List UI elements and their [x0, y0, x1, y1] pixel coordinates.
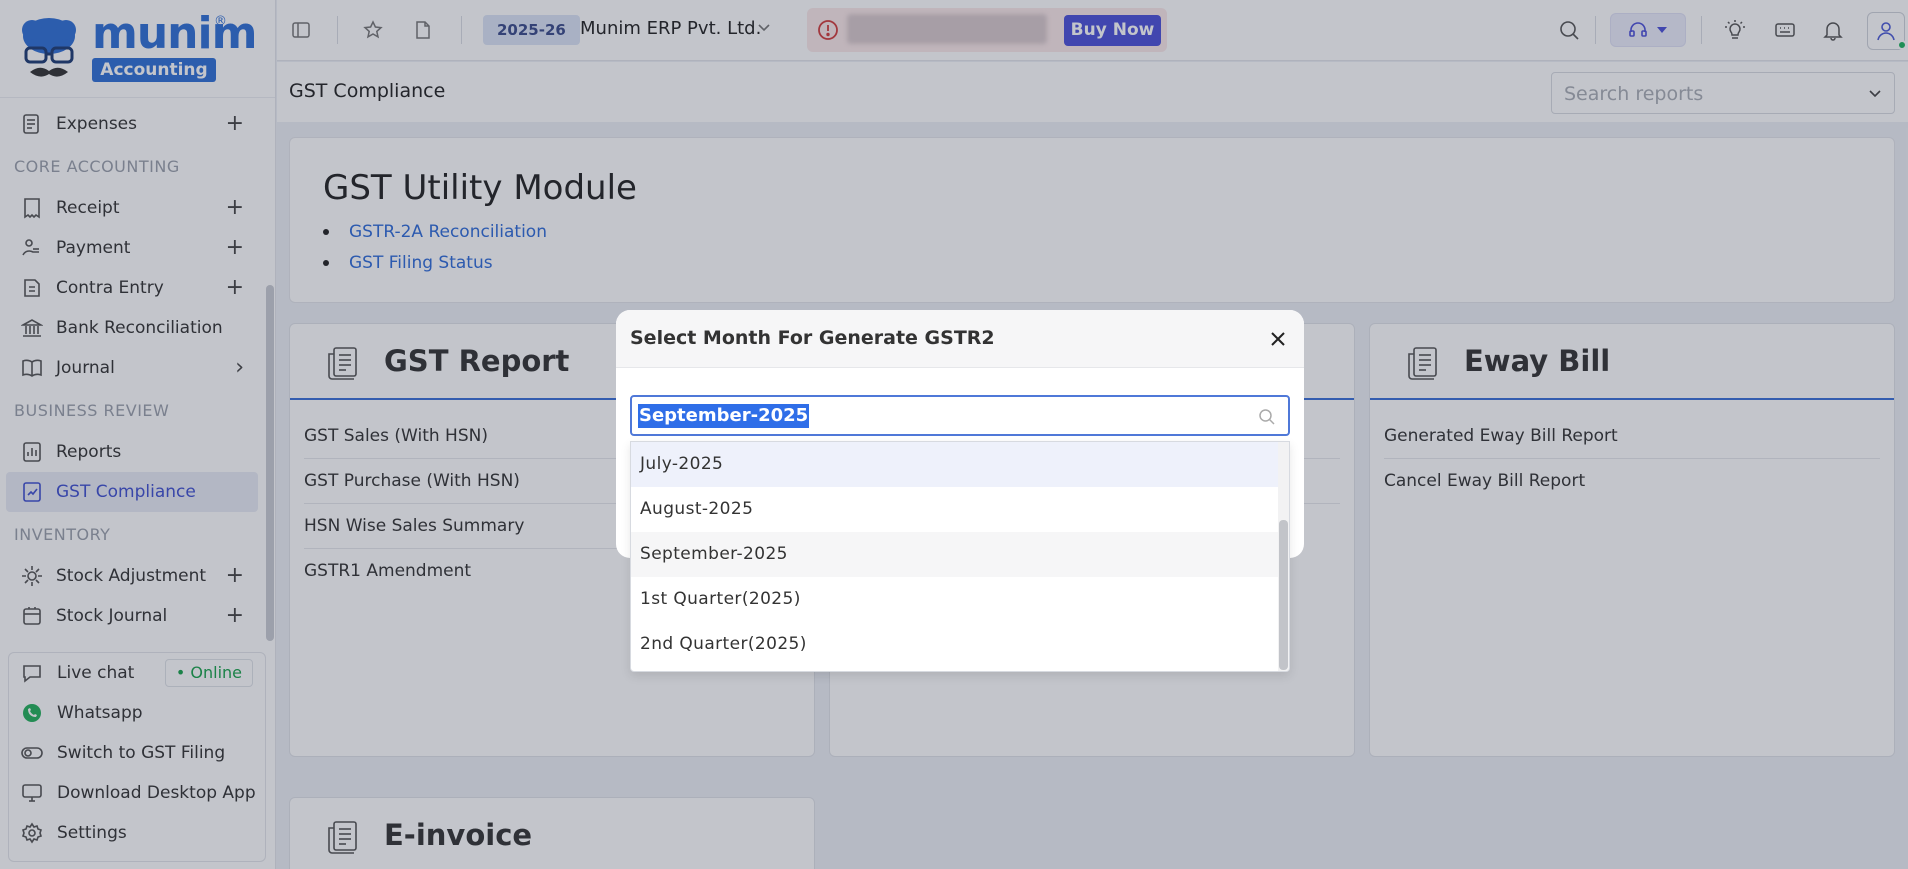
search-icon	[1258, 408, 1276, 426]
month-search-input[interactable]: September-2025	[630, 395, 1290, 436]
month-option[interactable]: 1st Quarter(2025)	[631, 577, 1279, 622]
modal-header: Select Month For Generate GSTR2	[616, 310, 1304, 368]
month-dropdown-list: July-2025 August-2025 September-2025 1st…	[630, 441, 1290, 672]
month-option[interactable]: July-2025	[631, 442, 1279, 487]
dropdown-scrollbar-thumb[interactable]	[1279, 520, 1288, 670]
month-option[interactable]: September-2025	[631, 532, 1279, 577]
modal-title: Select Month For Generate GSTR2	[630, 327, 995, 349]
close-icon[interactable]	[1264, 325, 1292, 353]
month-input-value: September-2025	[638, 404, 810, 428]
month-option[interactable]: August-2025	[631, 487, 1279, 532]
month-option[interactable]: 2nd Quarter(2025)	[631, 622, 1279, 667]
